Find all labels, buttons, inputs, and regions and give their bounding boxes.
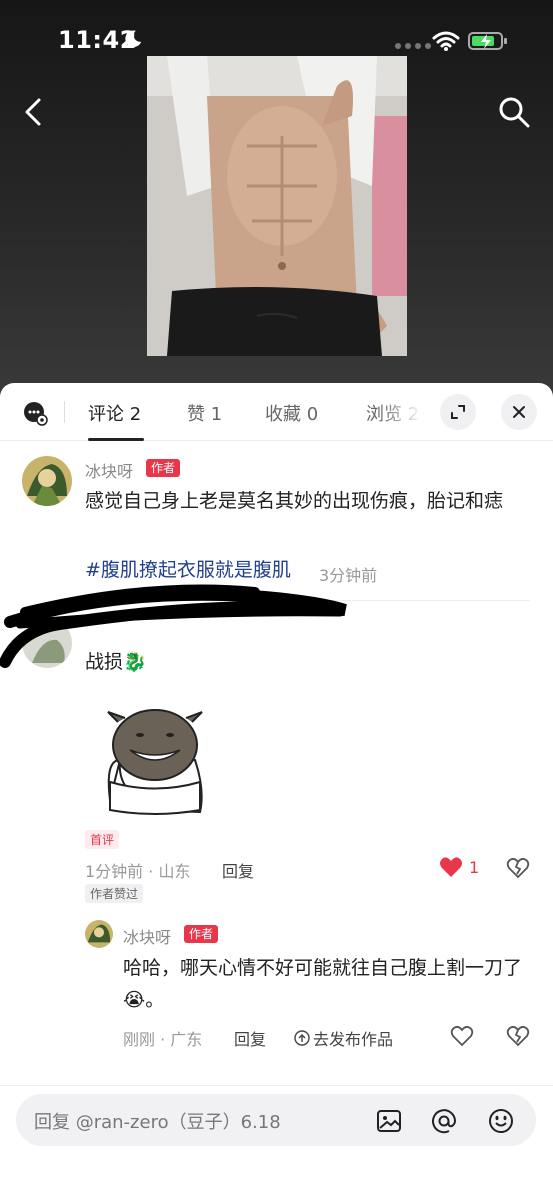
divider xyxy=(82,600,530,601)
tab-comments[interactable]: 评论 2 xyxy=(88,400,141,426)
tab-likes[interactable]: 赞 1 xyxy=(187,400,222,426)
emoji-icon[interactable] xyxy=(488,1108,514,1134)
first-comment-tag: 首评 xyxy=(85,830,120,849)
moon-icon xyxy=(125,30,142,47)
comment-text: 战损🐉 xyxy=(85,651,147,673)
reply-bar: 回复 @ran-zero（豆子）6.18 xyxy=(0,1085,553,1200)
publish-work-button[interactable]: 去发布作品 xyxy=(294,1026,393,1050)
battery-icon xyxy=(468,32,507,50)
expand-button[interactable] xyxy=(440,394,476,430)
broken-heart-icon[interactable] xyxy=(506,857,530,879)
author-liked-tag: 作者赞过 xyxy=(85,884,144,903)
wifi-icon xyxy=(432,31,460,51)
avatar[interactable] xyxy=(22,456,72,506)
post-author-name[interactable]: 冰块呀 xyxy=(85,458,133,482)
comment-like-button[interactable]: 1 xyxy=(439,856,479,878)
media-area: 11:42 xyxy=(0,0,553,400)
reply-author-badge: 作者 xyxy=(184,925,219,943)
tab-separator xyxy=(64,401,65,423)
tab-bar: 评论 2 赞 1 收藏 0 浏览 2 xyxy=(0,383,553,441)
post-time: 3分钟前 xyxy=(319,566,378,585)
broken-heart-icon[interactable] xyxy=(506,1025,530,1047)
post-hashtag[interactable]: #腹肌撩起衣服就是腹肌 xyxy=(85,554,291,586)
active-tab-indicator xyxy=(88,438,144,441)
close-button[interactable] xyxy=(501,394,537,430)
reply-text: 哈哈，哪天心情不好可能就往自己腹上割一刀了😭。 xyxy=(123,957,523,1011)
expand-icon xyxy=(451,405,465,419)
heart-icon[interactable] xyxy=(450,1025,474,1047)
search-icon[interactable] xyxy=(496,94,532,130)
reply-meta: 刚刚 · 广东 xyxy=(123,1030,203,1049)
back-icon[interactable] xyxy=(18,94,50,130)
reply-input[interactable]: 回复 @ran-zero（豆子）6.18 xyxy=(16,1094,536,1146)
upload-icon xyxy=(294,1030,310,1046)
commenter-avatar[interactable] xyxy=(22,618,72,668)
heart-icon xyxy=(440,857,462,877)
close-icon xyxy=(513,406,525,418)
signal-icon xyxy=(395,43,431,49)
comment-like-count: 1 xyxy=(469,857,480,877)
chat-icon[interactable] xyxy=(22,400,48,426)
reply-reply-button[interactable]: 回复 xyxy=(234,1026,266,1050)
post-text: 感觉自己身上老是莫名其妙的出现伤痕，胎记和痣 xyxy=(85,490,504,512)
comment-reply-button[interactable]: 回复 xyxy=(222,858,254,882)
tab-favorites[interactable]: 收藏 0 xyxy=(265,400,318,426)
post-photo[interactable] xyxy=(147,56,407,356)
reply-input-placeholder: 回复 @ran-zero（豆子）6.18 xyxy=(34,1112,281,1133)
author-badge: 作者 xyxy=(146,459,181,477)
reply-author-name[interactable]: 冰块呀 xyxy=(123,924,171,948)
at-icon[interactable] xyxy=(431,1108,457,1134)
comment-meta: 1分钟前 · 山东 xyxy=(85,862,191,881)
sticker-image[interactable] xyxy=(100,700,210,820)
image-icon[interactable] xyxy=(376,1108,402,1134)
publish-work-label: 去发布作品 xyxy=(313,1030,394,1049)
reply-avatar[interactable] xyxy=(85,920,113,948)
